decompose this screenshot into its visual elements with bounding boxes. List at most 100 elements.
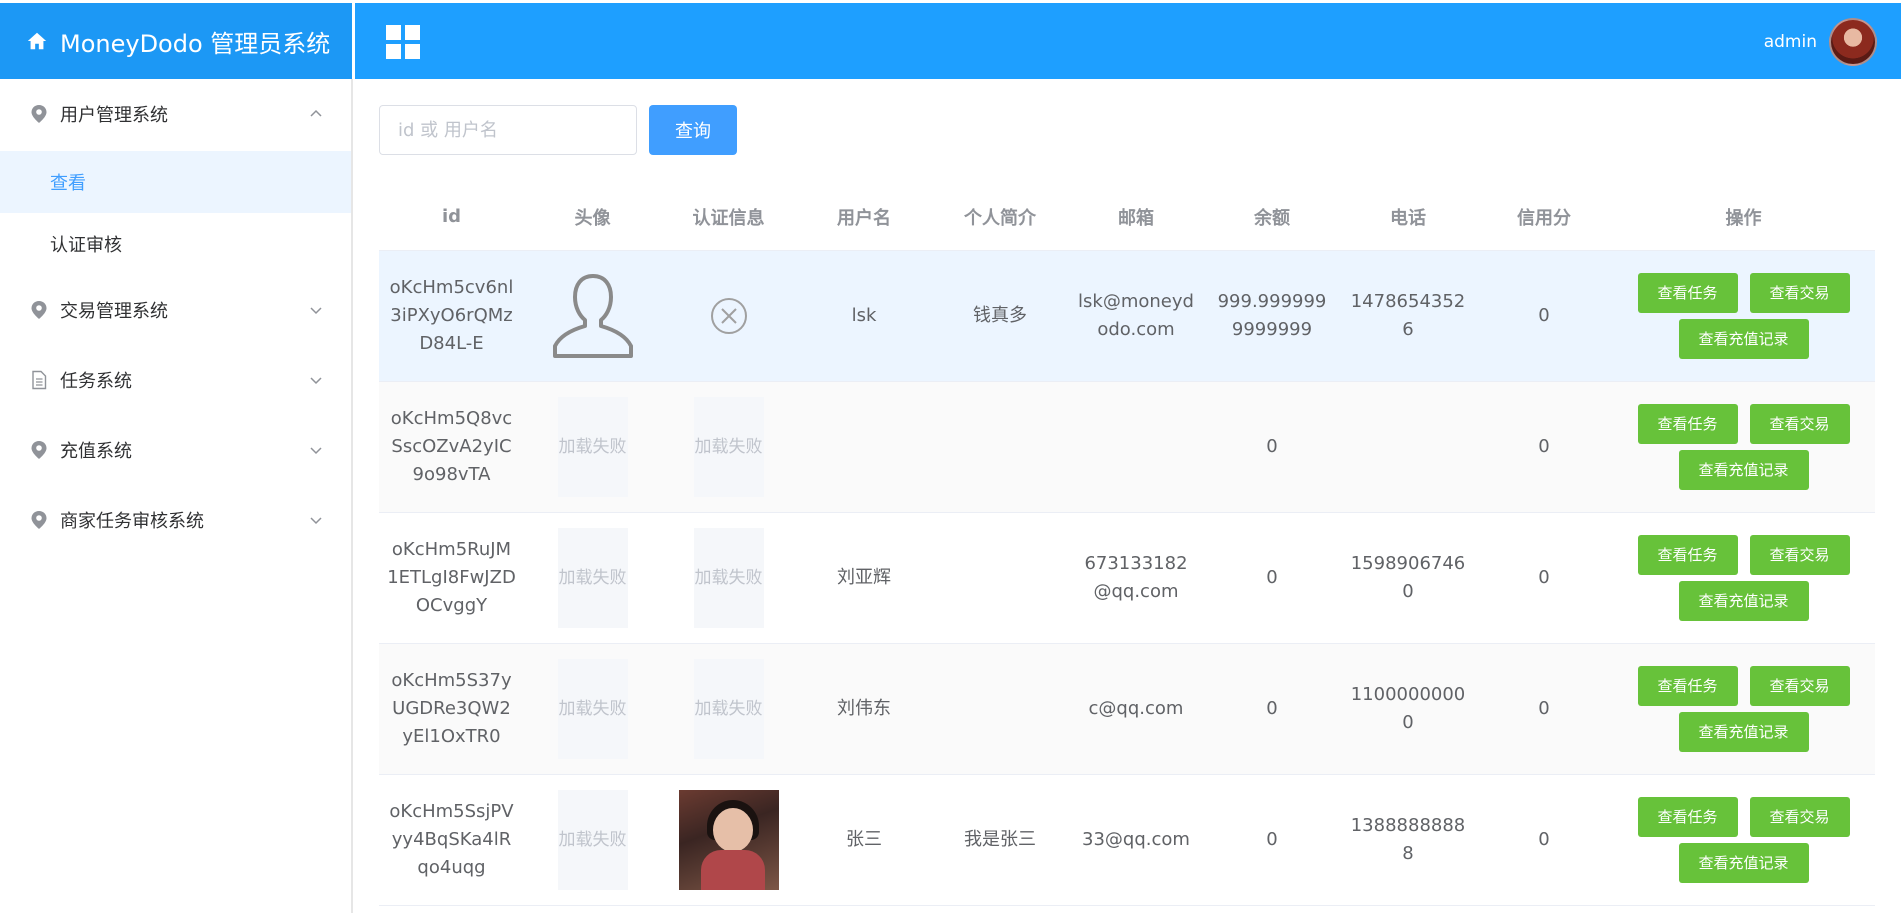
view-trades-button[interactable]: 查看交易 bbox=[1749, 534, 1850, 575]
image-load-failed: 加载失败 bbox=[557, 658, 628, 759]
view-trades-button[interactable]: 查看交易 bbox=[1749, 272, 1850, 313]
location-pin-icon bbox=[31, 301, 47, 319]
cell-avatar bbox=[524, 250, 661, 382]
cell-email: c@qq.com bbox=[1068, 643, 1204, 775]
column-header-email[interactable]: 邮箱 bbox=[1068, 184, 1204, 251]
cell-phone: 13888888888 bbox=[1340, 774, 1476, 906]
x-circle-icon[interactable] bbox=[710, 297, 748, 335]
column-header-balance[interactable]: 余额 bbox=[1204, 184, 1340, 251]
default-user-icon[interactable] bbox=[547, 270, 639, 362]
view-recharge-records-button[interactable]: 查看充值记录 bbox=[1678, 580, 1809, 621]
table-header-row: id 头像 认证信息 用户名 个人简介 邮箱 余额 电话 信用分 操作 bbox=[379, 184, 1875, 251]
cell-actions: 查看任务 查看交易 查看充值记录 bbox=[1612, 643, 1875, 775]
image-load-failed: 加载失败 bbox=[557, 789, 628, 890]
cell-actions: 查看任务 查看交易 查看充值记录 bbox=[1612, 774, 1875, 906]
avatar[interactable] bbox=[1829, 18, 1877, 66]
view-tasks-button[interactable]: 查看任务 bbox=[1637, 534, 1738, 575]
table-row[interactable]: oKcHm5S37yUGDRe3QW2yEl1OxTR0 加载失败 加载失败 刘… bbox=[379, 643, 1875, 775]
cell-email bbox=[1068, 381, 1204, 513]
table-row[interactable]: oKcHm5RuJM1ETLgI8FwJZDOCvggY 加载失败 加载失败 刘… bbox=[379, 512, 1875, 644]
cell-actions: 查看任务 查看交易 查看充值记录 bbox=[1612, 381, 1875, 513]
column-header-phone[interactable]: 电话 bbox=[1340, 184, 1476, 251]
chevron-down-icon bbox=[310, 447, 322, 455]
user-menu[interactable]: admin bbox=[1764, 18, 1877, 66]
main-content: 查询 id 头像 认证信息 用户名 个人简介 邮箱 余额 电话 信用分 操作 o… bbox=[355, 79, 1901, 913]
sidebar-group-label: 任务系统 bbox=[60, 371, 132, 392]
cell-bio: 我是张三 bbox=[932, 774, 1068, 906]
location-pin-icon bbox=[31, 511, 47, 529]
cell-credit: 0 bbox=[1476, 381, 1612, 513]
chevron-up-icon bbox=[310, 109, 322, 117]
cell-balance: 0 bbox=[1204, 381, 1340, 513]
username-label[interactable]: admin bbox=[1764, 32, 1817, 52]
column-header-id[interactable]: id bbox=[379, 184, 524, 251]
column-header-verification[interactable]: 认证信息 bbox=[661, 184, 796, 251]
image-load-failed: 加载失败 bbox=[693, 527, 764, 628]
action-buttons: 查看任务 查看交易 查看充值记录 bbox=[1634, 534, 1854, 621]
sidebar-group-recharge-system[interactable]: 充值系统 bbox=[0, 415, 351, 485]
cell-actions: 查看任务 查看交易 查看充值记录 bbox=[1612, 512, 1875, 644]
view-recharge-records-button[interactable]: 查看充值记录 bbox=[1678, 449, 1809, 490]
cell-bio: 钱真多 bbox=[932, 250, 1068, 382]
sidebar-group-task-system[interactable]: 任务系统 bbox=[0, 345, 351, 415]
sidebar-group-label: 商家任务审核系统 bbox=[60, 511, 204, 532]
column-header-actions: 操作 bbox=[1612, 184, 1875, 251]
sidebar-group-trade-management[interactable]: 交易管理系统 bbox=[0, 275, 351, 345]
column-header-username[interactable]: 用户名 bbox=[796, 184, 932, 251]
cell-balance: 0 bbox=[1204, 774, 1340, 906]
table-row[interactable]: oKcHm5cv6nl3iPXyO6rQMzD84L-E lsk 钱真多 lsk… bbox=[379, 250, 1875, 382]
sidebar-item-view[interactable]: 查看 bbox=[0, 151, 351, 213]
table-row[interactable]: oKcHm5Q8vcSscOZvA2yIC9o98vTA 加载失败 加载失败 0… bbox=[379, 381, 1875, 513]
action-buttons: 查看任务 查看交易 查看充值记录 bbox=[1634, 403, 1854, 490]
table-row[interactable]: oKcHm5SsjPVyy4BqSKa4lRqo4uqg 加载失败 张三 我是张… bbox=[379, 774, 1875, 906]
cell-credit: 0 bbox=[1476, 512, 1612, 644]
column-header-avatar[interactable]: 头像 bbox=[524, 184, 661, 251]
view-tasks-button[interactable]: 查看任务 bbox=[1637, 272, 1738, 313]
cell-phone bbox=[1340, 381, 1476, 513]
cell-email: lsk@moneydodo.com bbox=[1068, 250, 1204, 382]
sidebar-group-label: 交易管理系统 bbox=[60, 301, 168, 322]
view-recharge-records-button[interactable]: 查看充值记录 bbox=[1678, 842, 1809, 883]
sidebar-group-user-management[interactable]: 用户管理系统 bbox=[0, 79, 351, 149]
cell-credit: 0 bbox=[1476, 774, 1612, 906]
cell-phone: 11000000000 bbox=[1340, 643, 1476, 775]
location-pin-icon bbox=[31, 105, 47, 123]
chevron-down-icon bbox=[310, 517, 322, 525]
sidebar-item-verification-review[interactable]: 认证审核 bbox=[0, 213, 351, 275]
cell-phone: 15989067460 bbox=[1340, 512, 1476, 644]
action-buttons: 查看任务 查看交易 查看充值记录 bbox=[1634, 272, 1854, 359]
sidebar-group-merchant-task-review[interactable]: 商家任务审核系统 bbox=[0, 485, 351, 555]
cell-id: oKcHm5SsjPVyy4BqSKa4lRqo4uqg bbox=[379, 774, 524, 906]
sidebar: 用户管理系统 查看 认证审核 交易管理系统 任务系统 充值系统 商家任务审核系统 bbox=[0, 79, 353, 913]
search-input[interactable] bbox=[379, 105, 637, 155]
cell-username bbox=[796, 381, 932, 513]
view-tasks-button[interactable]: 查看任务 bbox=[1637, 403, 1738, 444]
view-recharge-records-button[interactable]: 查看充值记录 bbox=[1678, 711, 1809, 752]
cell-avatar: 加载失败 bbox=[524, 774, 661, 906]
location-pin-icon bbox=[31, 441, 47, 459]
chevron-down-icon bbox=[310, 307, 322, 315]
document-icon bbox=[32, 370, 47, 390]
cell-bio bbox=[932, 643, 1068, 775]
collapse-menu-icon[interactable] bbox=[386, 25, 420, 59]
cell-username: 张三 bbox=[796, 774, 932, 906]
cell-id: oKcHm5cv6nl3iPXyO6rQMzD84L-E bbox=[379, 250, 524, 382]
cell-id: oKcHm5Q8vcSscOZvA2yIC9o98vTA bbox=[379, 381, 524, 513]
cell-phone: 14786543526 bbox=[1340, 250, 1476, 382]
view-trades-button[interactable]: 查看交易 bbox=[1749, 796, 1850, 837]
cell-username: 刘亚辉 bbox=[796, 512, 932, 644]
verification-photo[interactable] bbox=[678, 789, 779, 890]
search-button[interactable]: 查询 bbox=[649, 105, 737, 155]
view-recharge-records-button[interactable]: 查看充值记录 bbox=[1678, 318, 1809, 359]
column-header-bio[interactable]: 个人简介 bbox=[932, 184, 1068, 251]
brand[interactable]: MoneyDodo 管理员系统 bbox=[0, 3, 352, 79]
view-tasks-button[interactable]: 查看任务 bbox=[1637, 796, 1738, 837]
image-load-failed: 加载失败 bbox=[693, 658, 764, 759]
view-tasks-button[interactable]: 查看任务 bbox=[1637, 665, 1738, 706]
cell-avatar: 加载失败 bbox=[524, 643, 661, 775]
cell-email: 33@qq.com bbox=[1068, 774, 1204, 906]
view-trades-button[interactable]: 查看交易 bbox=[1749, 665, 1850, 706]
column-header-credit[interactable]: 信用分 bbox=[1476, 184, 1612, 251]
action-buttons: 查看任务 查看交易 查看充值记录 bbox=[1634, 665, 1854, 752]
view-trades-button[interactable]: 查看交易 bbox=[1749, 403, 1850, 444]
